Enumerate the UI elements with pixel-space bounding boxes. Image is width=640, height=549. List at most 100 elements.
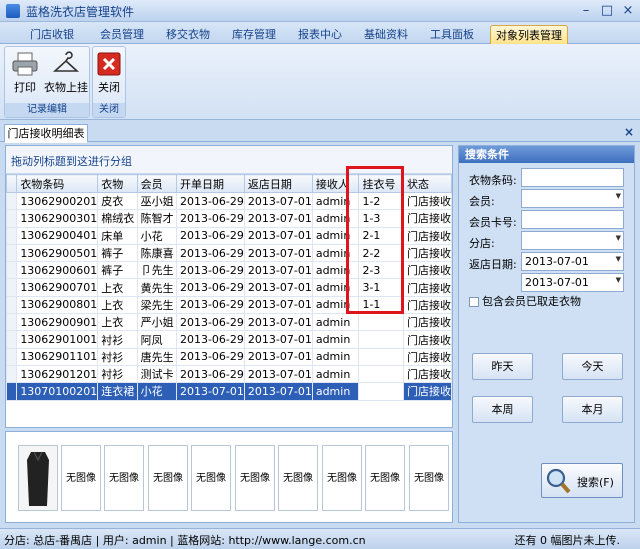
- table-row[interactable]: 13070100201 连衣裙 小花 2013-07-01 2013-07-01 admi…: [5, 382, 453, 401]
- row-header-cell[interactable]: [5, 243, 18, 263]
- row-header-cell[interactable]: [5, 330, 18, 349]
- hang-clothes-button[interactable]: 衣物上挂: [43, 49, 89, 97]
- row-header-cell[interactable]: [5, 209, 18, 228]
- col-status[interactable]: 状态: [402, 174, 453, 193]
- close-button[interactable]: 关闭: [93, 49, 125, 97]
- table-cell[interactable]: [358, 313, 404, 332]
- table-row[interactable]: 13062901201 衬衫 测试卡 2013-06-29 2013-07-01 admi…: [5, 364, 453, 384]
- row-header-cell[interactable]: [5, 261, 18, 280]
- member-card-input[interactable]: [521, 210, 624, 229]
- print-label: 打印: [14, 81, 36, 94]
- branch-select[interactable]: ▼: [521, 231, 624, 250]
- tab-store-receipt-detail[interactable]: 门店接收明细表: [4, 124, 88, 143]
- row-header-cell[interactable]: [5, 295, 18, 315]
- close-tab-icon[interactable]: ×: [624, 125, 634, 139]
- ribbon-group-edit-label: 记录编辑: [5, 103, 89, 117]
- row-header-cell[interactable]: [5, 313, 18, 332]
- minimize-icon[interactable]: –: [576, 2, 596, 20]
- col-member[interactable]: 会员: [136, 174, 177, 193]
- member-select[interactable]: ▼: [521, 189, 624, 208]
- menu-tab-inventory[interactable]: 库存管理: [224, 25, 284, 44]
- col-item[interactable]: 衣物: [97, 174, 138, 193]
- clothing-photo-thumbnail[interactable]: [18, 445, 58, 511]
- no-image-thumbnail[interactable]: 无图像: [365, 445, 405, 511]
- table-cell[interactable]: [358, 382, 404, 401]
- menu-tab-transfer[interactable]: 移交衣物: [158, 25, 218, 44]
- no-image-thumbnail[interactable]: 无图像: [61, 445, 101, 511]
- menu-tab-reports[interactable]: 报表中心: [290, 25, 350, 44]
- table-cell: 床单: [97, 226, 138, 245]
- menu-tab-tools[interactable]: 工具面板: [422, 25, 482, 44]
- no-image-thumbnail[interactable]: 无图像: [191, 445, 231, 511]
- search-panel: 搜索条件 衣物条码: 会员: ▼ 会员卡号: 分店: ▼ 返店日期: 2013-…: [458, 145, 635, 523]
- table-cell: 门店接收: [402, 295, 453, 315]
- table-row[interactable]: 13062901101 衬衫 唐先生 2013-06-29 2013-07-01 admi…: [5, 347, 453, 366]
- this-month-button[interactable]: 本月: [562, 396, 623, 423]
- search-button-label: 搜索(F): [577, 476, 614, 489]
- table-cell: 门店接收: [402, 347, 453, 366]
- maximize-icon[interactable]: □: [597, 2, 617, 20]
- no-image-thumbnail[interactable]: 无图像: [235, 445, 275, 511]
- table-cell: 门店接收: [402, 243, 453, 263]
- dress-photo-icon: [27, 451, 49, 506]
- table-row[interactable]: 13062901001 衬衫 阿凤 2013-06-29 2013-07-01 admin…: [5, 330, 453, 349]
- no-image-thumbnail[interactable]: 无图像: [278, 445, 318, 511]
- table-cell: 13062900301: [16, 209, 99, 228]
- table-cell: 13062900501: [16, 243, 99, 263]
- search-panel-header: 搜索条件: [459, 146, 634, 163]
- today-button[interactable]: 今天: [562, 353, 623, 380]
- search-button[interactable]: 搜索(F): [541, 463, 623, 498]
- menu-tab-basedata[interactable]: 基础资料: [356, 25, 416, 44]
- menu-tab-object-list[interactable]: 对象列表管理: [490, 25, 568, 44]
- col-return-date[interactable]: 返店日期: [243, 174, 313, 193]
- table-cell: 门店接收: [402, 226, 453, 245]
- menu-bar: 门店收银 会员管理 移交衣物 库存管理 报表中心 基础资料 工具面板 对象列表管…: [0, 22, 640, 44]
- app-icon: [6, 4, 20, 18]
- no-image-thumbnail[interactable]: 无图像: [104, 445, 144, 511]
- table-cell[interactable]: [358, 347, 404, 366]
- row-header-cell[interactable]: [5, 191, 18, 211]
- table-cell: 门店接收: [402, 364, 453, 384]
- menu-tab-members[interactable]: 会员管理: [92, 25, 152, 44]
- include-taken-checkbox[interactable]: 包含会员已取走衣物: [469, 293, 581, 309]
- row-header-cell[interactable]: [5, 226, 18, 245]
- table-cell: admin: [311, 330, 360, 349]
- print-button[interactable]: 打印: [7, 49, 43, 97]
- row-header-cell[interactable]: [5, 364, 18, 384]
- image-strip: 无图像 无图像 无图像 无图像 无图像 无图像 无图像 无图像 无图像: [5, 431, 453, 523]
- col-barcode[interactable]: 衣物条码: [16, 174, 99, 193]
- col-order-date[interactable]: 开单日期: [175, 174, 245, 193]
- table-cell: 13070100201: [16, 382, 99, 401]
- table-cell[interactable]: [358, 364, 404, 384]
- return-date-to[interactable]: 2013-07-01 ▼: [521, 273, 624, 292]
- table-cell: 2013-06-29: [175, 226, 245, 245]
- no-image-thumbnail[interactable]: 无图像: [322, 445, 362, 511]
- table-row[interactable]: 13062900901 上衣 严小姐 2013-06-29 2013-07-01 admi…: [5, 313, 453, 332]
- return-date-from[interactable]: 2013-07-01 ▼: [521, 252, 624, 271]
- table-cell: 陈智才: [136, 209, 177, 228]
- no-image-thumbnail[interactable]: 无图像: [409, 445, 449, 511]
- close-window-icon[interactable]: ×: [618, 2, 638, 20]
- table-cell[interactable]: [358, 330, 404, 349]
- row-header-cell[interactable]: [5, 347, 18, 366]
- table-cell: 黄先生: [136, 278, 177, 297]
- table-cell: admin: [311, 313, 360, 332]
- row-header-cell[interactable]: [5, 382, 18, 401]
- table-cell: 13062901101: [16, 347, 99, 366]
- yesterday-button[interactable]: 昨天: [472, 353, 533, 380]
- table-cell: 唐先生: [136, 347, 177, 366]
- checkbox-box[interactable]: [469, 297, 479, 307]
- menu-tab-cashier[interactable]: 门店收银: [22, 25, 82, 44]
- table-cell: 陈康喜: [136, 243, 177, 263]
- branch-label: 分店:: [469, 237, 495, 250]
- table-cell: 2013-07-01: [243, 347, 313, 366]
- row-header-cell[interactable]: [5, 278, 18, 297]
- table-cell: 衬衫: [97, 364, 138, 384]
- table-cell: 13062900401: [16, 226, 99, 245]
- table-cell: 2013-07-01: [243, 313, 313, 332]
- close-label: 关闭: [98, 81, 120, 94]
- barcode-input[interactable]: [521, 168, 624, 187]
- this-week-button[interactable]: 本周: [472, 396, 533, 423]
- no-image-thumbnail[interactable]: 无图像: [148, 445, 188, 511]
- table-cell: 小花: [136, 382, 177, 401]
